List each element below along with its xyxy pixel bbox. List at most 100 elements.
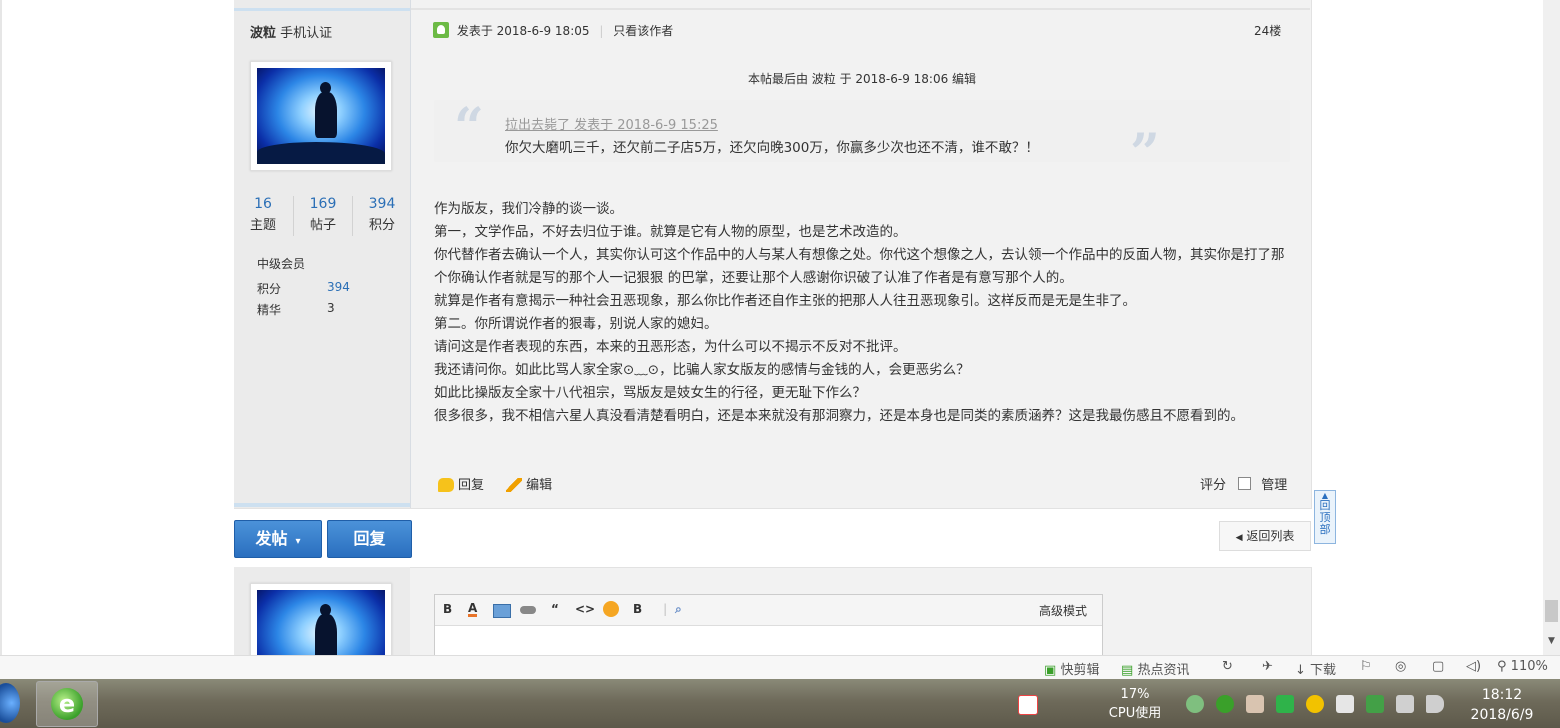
stat-threads[interactable]: 16 主题 [236,196,290,233]
pencil-icon [506,478,523,492]
quote-block: “ 拉出去毙了 发表于 2018-6-9 15:25 你欠大磨叽三千，还欠前二子… [434,97,1290,180]
bold-icon[interactable]: B [443,602,452,616]
quick-clip-button[interactable]: ▣ 快剪辑 [1044,659,1099,678]
stat-posts[interactable]: 169 帖子 [296,196,350,233]
author-line: 波粒 手机认证 [250,22,332,41]
clip-icon: ▣ [1044,663,1057,678]
online-user-icon [433,22,449,38]
avatar-image [257,68,385,164]
rate-link[interactable]: 评分 [1200,478,1226,493]
chat-icon[interactable] [1276,695,1294,713]
magnifier-icon: ⚲ [1497,659,1507,674]
quote-open-icon: “ [454,97,484,158]
shield-icon[interactable] [1366,695,1384,713]
scrollbar-thumb[interactable] [1545,600,1558,622]
link-icon[interactable] [520,606,536,614]
speaker-icon[interactable] [1426,695,1444,713]
body-paragraph: 第一，文学作品，不好去归位于谁。就算是它有人物的原型，也是艺术改造的。 [434,224,907,240]
body-paragraph: 第二。你所谓说作者的狠毒，别说人家的媳妇。 [434,316,718,332]
cpu-monitor[interactable]: 17% CPU使用 [1100,685,1170,723]
new-post-button[interactable]: 发帖 ▾ [234,520,322,558]
go-top-label: 回顶部 [1319,499,1331,536]
go-top-button[interactable]: ▲ 回顶部 [1314,490,1336,544]
reply-button[interactable]: 回复 [327,520,412,558]
quote-text: 你欠大磨叽三千，还欠前二子店5万，还欠向晚300万，你赢多少次也还不清，谁不敢？… [505,140,1039,156]
user-avatar-icon[interactable] [1246,695,1264,713]
taskbar-browser-button[interactable]: e [36,681,98,727]
author-name[interactable]: 波粒 [250,26,276,41]
edit-action[interactable]: 编辑 [506,478,552,493]
browser-e-icon: e [51,688,83,720]
stat-points[interactable]: 394 积分 [355,196,409,233]
refresh-icon[interactable]: ↻ [1222,659,1233,674]
post-time: 发表于 2018-6-9 18:05 [456,24,590,38]
body-paragraph: 我还请问你。如此比骂人家全家⊙﹏⊙，比骗人家女版友的感情与金钱的人，会更恶劣么？ [434,362,970,378]
quote-source-link[interactable]: 拉出去毙了 发表于 2018-6-9 15:25 [505,114,718,133]
post-meta: 发表于 2018-6-9 18:05 | 只看该作者 [433,22,673,39]
windows-taskbar: e 17% CPU使用 18:12 2018/6/9 [0,679,1560,728]
body-paragraph: 请问这是作者表现的东西，本来的丑恶形态，为什么可以不揭示不反对不批评。 [434,339,907,355]
author-badge: 手机认证 [280,26,333,41]
content-top-divider [411,8,1310,10]
news-icon: ▤ [1121,663,1134,678]
page-left-border [0,0,2,655]
body-paragraph: 你代替作者去确认一个人，其实你认可这个作品中的人与某人有想像之处。你代这个想像之… [434,247,1285,286]
floor-number[interactable]: 24楼 [1254,22,1281,39]
browser-statusbar: ▣ 快剪辑 ▤ 热点资讯 ↻ ✈ ↓ 下载 ⚐ ◎ ▢ ◁) ⚲ 110% [0,655,1560,680]
zoom-control[interactable]: ⚲ 110% [1497,659,1548,674]
advanced-mode-link[interactable]: 高级模式 [1039,602,1087,619]
left-triangle-icon: ◀ [1235,533,1243,543]
code-icon[interactable]: <> [575,602,595,616]
download-icon: ↓ [1295,663,1306,678]
download-button[interactable]: ↓ 下载 [1295,659,1336,678]
body-paragraph: 作为版友，我们冷静的谈一谈。 [434,201,623,217]
post-actions: 回复 编辑 [438,474,552,493]
rate-manage: 评分 管理 [1200,474,1287,493]
flag-icon[interactable]: ⚐ [1360,659,1372,674]
font-color-icon[interactable]: A [468,602,478,617]
avatar[interactable] [250,61,392,171]
browser-icon[interactable]: ◎ [1395,659,1406,674]
quote-close-icon: ” [1130,123,1160,184]
reply-avatar [250,583,392,656]
scroll-down-arrow-icon[interactable]: ▼ [1548,636,1555,646]
system-clock[interactable]: 18:12 2018/6/9 [1462,685,1542,725]
sidebar-top-accent [234,8,410,11]
bold-alt-icon[interactable]: B [633,602,642,616]
start-button-icon[interactable] [0,683,20,723]
network-icon[interactable] [1396,695,1414,713]
volume-icon[interactable]: ◁) [1466,659,1481,674]
edit-note: 本帖最后由 波粒 于 2018-6-9 18:06 编辑 [747,72,977,86]
user-level[interactable]: 中级会员 [257,255,305,272]
image-icon[interactable] [493,604,511,618]
tray-app-icon[interactable] [1018,695,1038,715]
security-e-icon[interactable] [1216,695,1234,713]
window-icon[interactable]: ▢ [1432,659,1444,674]
body-paragraph: 如此比操版友全家十八代祖宗，骂版友是妓女生的行径，更无耻下作么？ [434,385,866,401]
reply-bubble-icon [438,478,454,492]
back-to-list-button[interactable]: ◀ 返回列表 [1219,521,1311,551]
only-author-link[interactable]: 只看该作者 [613,24,673,38]
editor-toolbar: B A “ <> B | ⌕ 高级模式 [435,595,1102,626]
vertical-scrollbar[interactable] [1543,0,1560,655]
plus-shield-icon[interactable] [1306,695,1324,713]
reply-editor[interactable]: B A “ <> B | ⌕ 高级模式 [434,594,1103,658]
network-globe-icon[interactable] [1186,695,1204,713]
sidebar-bottom-accent [234,503,410,507]
media-icon[interactable] [1336,695,1354,713]
reply-action[interactable]: 回复 [438,478,488,493]
emoji-icon[interactable] [603,601,619,617]
pin-icon[interactable]: ✈ [1262,659,1273,674]
body-paragraph: 就算是作者有意揭示一种社会丑恶现象，那么你比作者还自作主张的把那人人往丑恶现象引… [434,293,1136,309]
dropdown-caret-icon: ▾ [295,536,301,547]
quote-icon[interactable]: “ [551,602,559,616]
essence-row: 精华 3 [257,301,335,317]
manage-label[interactable]: 管理 [1261,478,1287,493]
manage-checkbox[interactable] [1238,477,1252,490]
body-paragraph: 很多很多，我不相信六星人真没看清楚看明白，还是本来就没有那洞察力，还是本身也是同… [434,408,1244,424]
points-row: 积分 394 [257,280,350,296]
points-value[interactable]: 394 [327,280,350,294]
hot-news-button[interactable]: ▤ 热点资讯 [1121,659,1189,678]
attachment-icon[interactable]: ⌕ [675,602,682,617]
post-body: 作为版友，我们冷静的谈一谈。 第一，文学作品，不好去归位于谁。就算是它有人物的原… [434,198,1294,428]
